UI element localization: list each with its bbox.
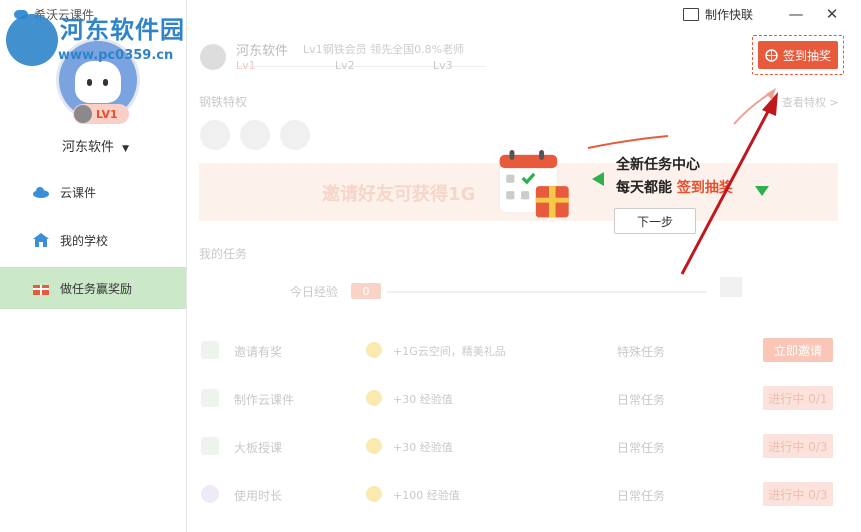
watermark-text: 河东软件园 xyxy=(60,16,185,44)
privilege-link[interactable]: 查看特权 > xyxy=(782,94,839,110)
medal-icon xyxy=(74,105,92,123)
privilege-title: 钢铁特权 xyxy=(199,95,248,109)
medal-icon xyxy=(200,44,226,70)
profile-name: 河东软件 xyxy=(236,44,289,59)
sidebar-item-label: 我的学校 xyxy=(60,233,109,248)
task-reward: +30 经验值 xyxy=(393,441,453,454)
sidebar-item-cloud-courseware[interactable]: 云课件 xyxy=(0,171,186,213)
task-reward: +1G云空间，精美礼品 xyxy=(393,345,506,358)
clock-icon xyxy=(201,485,219,503)
watermark-url: www.pc0359.cn xyxy=(58,48,174,63)
sign-lottery-highlight: 签到抽奖 xyxy=(752,35,844,75)
exp-progress-track xyxy=(387,291,707,293)
sidebar-item-label: 做任务赢奖励 xyxy=(60,281,133,296)
task-progress-button[interactable]: 进行中 0/3 xyxy=(763,482,833,506)
task-type: 日常任务 xyxy=(617,441,666,455)
courseware-icon xyxy=(201,389,219,407)
calendar-gift-icon xyxy=(499,150,569,218)
task-reward: +100 经验值 xyxy=(393,489,460,502)
coin-icon xyxy=(366,390,382,406)
cloud-icon xyxy=(32,184,50,200)
task-name: 邀请有奖 xyxy=(234,345,283,359)
banner-text: 邀请好友可获得1G xyxy=(322,184,476,205)
task-name: 制作云课件 xyxy=(234,393,295,407)
sidebar-item-my-school[interactable]: 我的学校 xyxy=(0,219,186,261)
monitor-icon xyxy=(682,8,699,21)
green-triangle-icon xyxy=(592,172,604,186)
sign-lottery-button[interactable]: 签到抽奖 xyxy=(758,41,838,69)
task-name: 使用时长 xyxy=(234,489,283,503)
coin-icon xyxy=(366,342,382,358)
invite-now-button[interactable]: 立即邀请 xyxy=(763,338,833,362)
sidebar-item-tasks-rewards[interactable]: 做任务赢奖励 xyxy=(0,267,186,309)
task-type: 特殊任务 xyxy=(617,345,666,359)
tasks-title: 我的任务 xyxy=(199,247,248,261)
wheel-icon xyxy=(765,48,778,62)
task-reward: +30 经验值 xyxy=(393,393,453,406)
level-label: Lv2 xyxy=(335,59,355,72)
make-quick-button[interactable]: 制作快联 xyxy=(682,6,753,23)
profile-desc: Lv1钢铁会员 领先全国0.8%老师 xyxy=(303,43,465,56)
secondary-pointer-stroke xyxy=(733,88,776,125)
gift-icon xyxy=(32,280,50,296)
coin-icon xyxy=(366,438,382,454)
school-icon xyxy=(32,232,50,248)
popup-decoration-stroke xyxy=(587,135,669,149)
task-progress-button[interactable]: 进行中 0/3 xyxy=(763,434,833,458)
level-label: Lv3 xyxy=(433,59,453,72)
task-progress-button[interactable]: 进行中 0/1 xyxy=(763,386,833,410)
username-label: 河东软件 xyxy=(62,140,115,155)
board-icon xyxy=(201,437,219,455)
make-quick-label: 制作快联 xyxy=(704,8,753,22)
upload-icon xyxy=(200,120,230,150)
today-exp-value: 0 xyxy=(351,283,381,299)
gift-box-icon xyxy=(720,277,742,297)
invite-icon xyxy=(201,341,219,359)
level-badge-text: LV1 xyxy=(96,107,118,121)
task-type: 日常任务 xyxy=(617,489,666,503)
crown-icon xyxy=(280,120,310,150)
smile-icon xyxy=(240,120,270,150)
task-type: 日常任务 xyxy=(617,393,666,407)
tooltip-subtitle-prefix: 每天都能 xyxy=(616,180,672,196)
task-name: 大板授课 xyxy=(234,441,283,455)
watermark-logo-icon xyxy=(6,14,58,66)
chevron-down-icon: ▼ xyxy=(122,144,130,154)
today-exp-label: 今日经验 xyxy=(290,285,339,299)
level-badge: LV1 xyxy=(73,104,129,124)
username-dropdown[interactable]: 河东软件 ▼ xyxy=(62,136,129,155)
level-label: Lv1 xyxy=(236,59,256,72)
avatar-face xyxy=(75,61,121,103)
sidebar-item-label: 云课件 xyxy=(60,185,97,200)
avatar-eye-icon xyxy=(87,79,92,86)
avatar-eye-icon xyxy=(103,79,108,86)
close-button[interactable]: ✕ xyxy=(822,4,842,24)
sign-lottery-label: 签到抽奖 xyxy=(782,48,831,63)
minimize-button[interactable]: — xyxy=(786,4,806,24)
coin-icon xyxy=(366,486,382,502)
